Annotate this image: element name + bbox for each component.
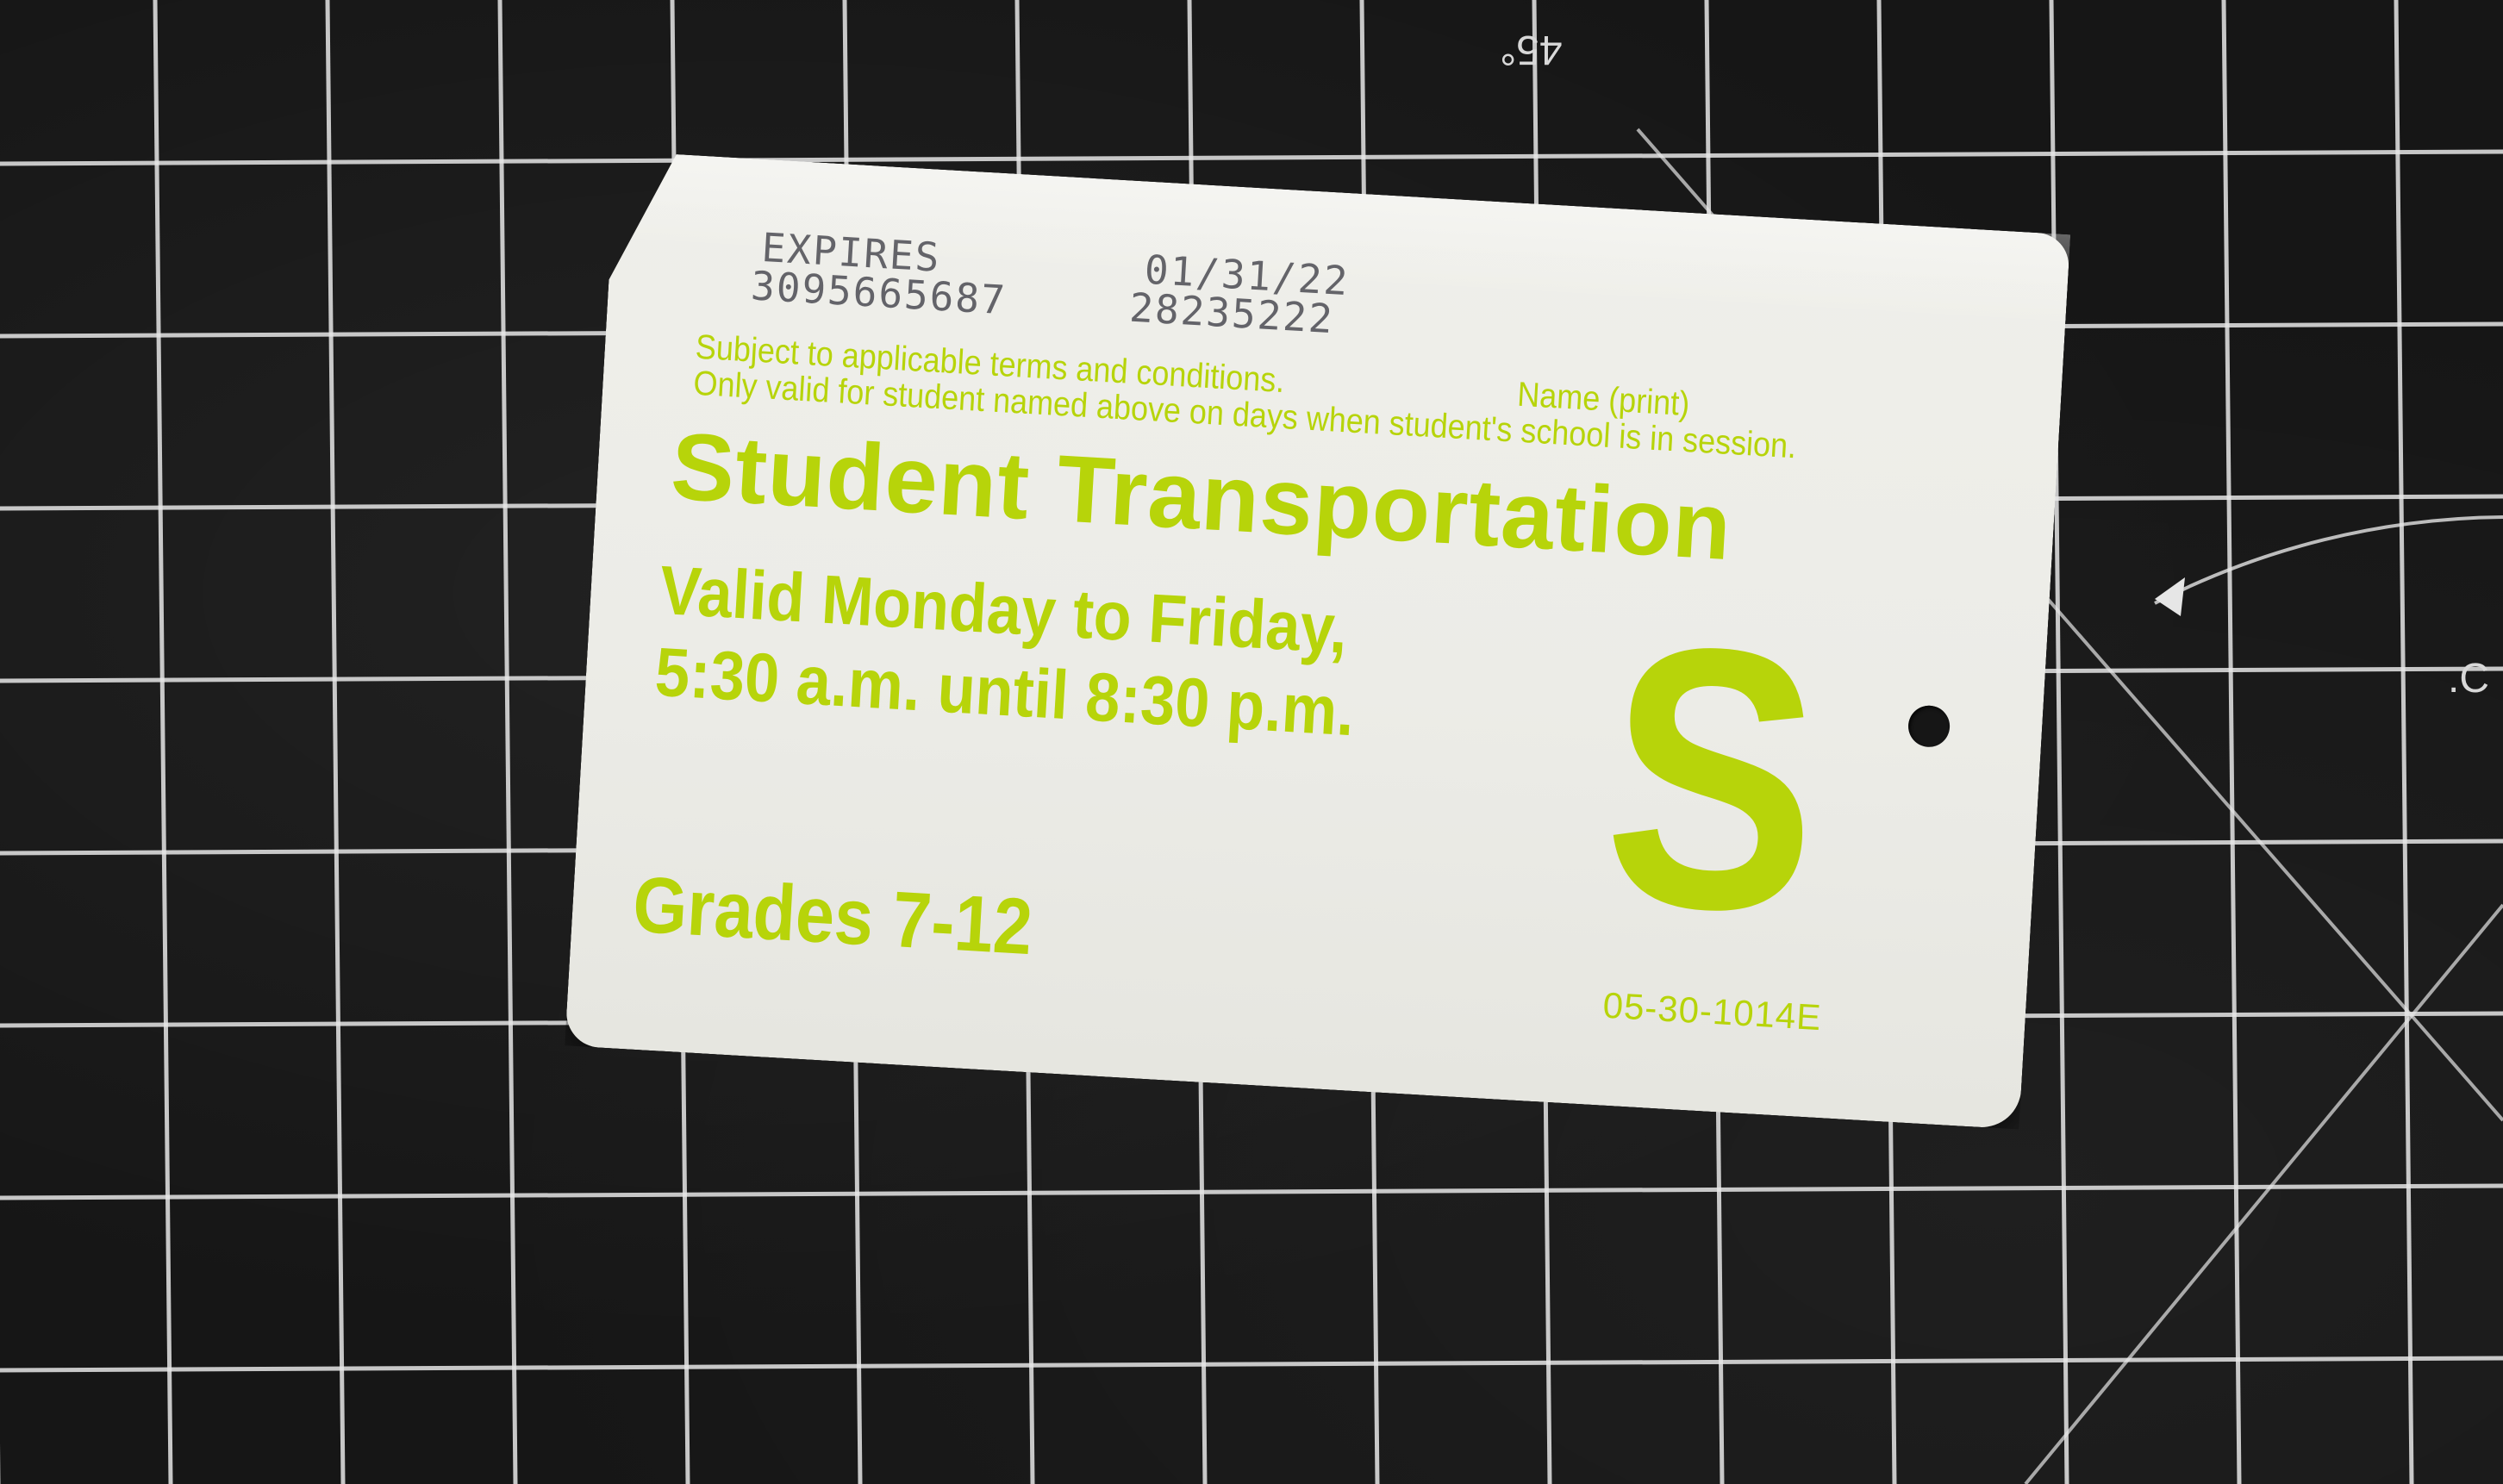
student-metrocard: EXPIRES 01/31/22 3095665687 28235222 Sub… bbox=[565, 151, 2070, 1130]
student-s-badge: S bbox=[1595, 566, 1830, 993]
grid-line-horizontal bbox=[0, 1183, 2503, 1200]
grid-line-vertical bbox=[325, 0, 346, 1484]
grid-line-vertical bbox=[2049, 0, 2069, 1484]
mat-angle-label: 45° bbox=[1500, 27, 1563, 72]
grid-line-vertical bbox=[497, 0, 518, 1484]
grades-label: Grades 7-12 bbox=[630, 860, 1035, 972]
diagonal-guide-line bbox=[2024, 903, 2503, 1484]
card-code: 05-30-1014E bbox=[1601, 984, 1823, 1038]
arc-arrowhead bbox=[2155, 577, 2185, 616]
grid-line-vertical bbox=[2394, 0, 2414, 1484]
grid-line-vertical bbox=[2221, 0, 2242, 1484]
grid-line-vertical bbox=[153, 0, 173, 1484]
mat-edge-label: .C bbox=[2448, 656, 2489, 701]
angle-arc bbox=[2154, 515, 2503, 605]
card-serial-number: 3095665687 bbox=[749, 262, 1008, 324]
grid-line-horizontal bbox=[0, 149, 2503, 166]
punch-hole bbox=[1907, 704, 1951, 748]
